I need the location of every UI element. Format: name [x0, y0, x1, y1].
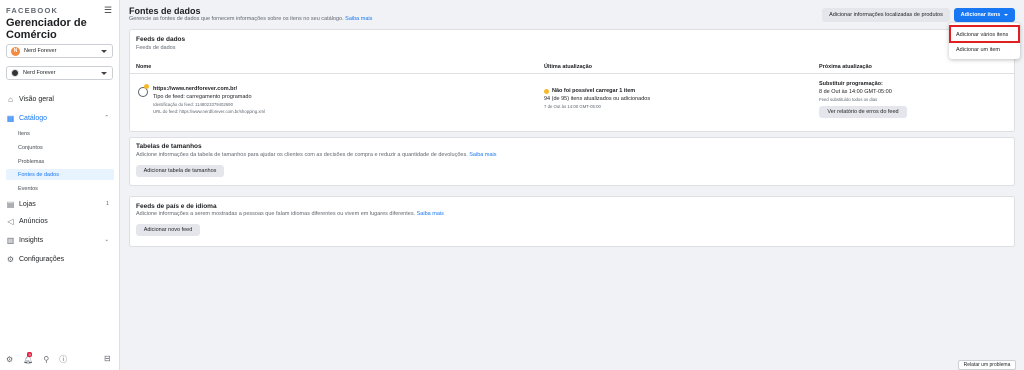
search-icon[interactable]: ⚲ — [43, 355, 49, 364]
nav-insights[interactable]: ▥ Insights ⌄ — [6, 234, 114, 246]
feed-url-title[interactable]: https://www.nerdforever.com.br/ — [153, 86, 237, 92]
menu-item-add-multiple[interactable]: Adicionar vários itens — [949, 28, 1020, 42]
next-update-frequency: Feed substituído todos os dias — [819, 97, 878, 102]
view-error-report-button[interactable]: Ver relatório de erros do feed — [819, 106, 907, 118]
nav-overview-label: Visão geral — [19, 95, 54, 103]
column-name: Nome — [136, 64, 152, 70]
learn-more-link[interactable]: Saiba mais — [417, 211, 444, 217]
feed-last-date: 7 de Out às 14:00 GMT-05:00 — [544, 104, 601, 109]
bar-chart-icon: ▥ — [6, 235, 15, 245]
nav-catalog-label: Catálogo — [19, 114, 48, 122]
feed-source-url: URL do feed: https://www.nerdforever.com… — [153, 109, 266, 114]
feed-status: Não foi possível carregar 1 item — [552, 88, 636, 94]
size-tables-title: Tabelas de tamanhos — [136, 143, 202, 150]
sub-item-itens[interactable]: Itens — [6, 128, 114, 139]
feed-type: Tipo de feed: carregamento programado — [153, 94, 252, 100]
size-tables-subtitle-text: Adicione informações da tabela de tamanh… — [136, 152, 468, 158]
help-icon[interactable]: ⓘ — [59, 354, 67, 365]
page-subtitle-text: Gerencie as fontes de dados que fornecem… — [129, 16, 344, 22]
chevron-down-icon — [101, 72, 107, 75]
report-problem-button[interactable]: Relatar um problema — [958, 360, 1016, 370]
add-localized-info-button[interactable]: Adicionar informações localizadas de pro… — [822, 8, 950, 22]
sub-item-conjuntos[interactable]: Conjuntos — [6, 142, 114, 153]
shop-selector[interactable]: N Nerd Forever — [6, 44, 113, 58]
sub-item-eventos[interactable]: Eventos — [6, 183, 114, 194]
menu-icon[interactable]: ☰ — [104, 5, 112, 16]
warning-icon — [144, 84, 149, 89]
chevron-down-icon: ⌄ — [104, 237, 109, 243]
feeds-card-title: Feeds de dados — [136, 36, 186, 43]
megaphone-icon: ◁ — [7, 216, 14, 226]
country-language-title: Feeds de país e de idioma — [136, 203, 217, 210]
next-update-label: Substituir programação: — [819, 81, 883, 87]
shop-avatar: N — [11, 46, 20, 56]
chevron-down-icon — [1004, 14, 1009, 16]
add-new-feed-button[interactable]: Adicionar novo feed — [136, 224, 200, 236]
page-subtitle: Gerencie as fontes de dados que fornecem… — [129, 16, 372, 22]
gear-icon: ⚙ — [6, 254, 15, 264]
sub-item-problemas[interactable]: Problemas — [6, 156, 114, 167]
column-next-update: Próxima atualização — [819, 64, 872, 70]
nav-insights-label: Insights — [19, 236, 44, 244]
next-update-date: 8 de Out às 14:00 GMT-05:00 — [819, 89, 892, 95]
facebook-brand: FACEBOOK — [6, 6, 59, 15]
country-language-card: Feeds de país e de idioma Adicione infor… — [129, 196, 1015, 247]
feeds-card-subtitle: Feeds de dados — [136, 45, 176, 51]
learn-more-link[interactable]: Saiba mais — [469, 152, 496, 158]
size-tables-subtitle: Adicione informações da tabela de tamanh… — [136, 152, 496, 158]
feed-status-detail: 94 (de 95) itens atualizados ou adiciona… — [544, 96, 651, 102]
country-language-subtitle: Adicione informações a serem mostradas a… — [136, 211, 444, 217]
grid-icon: ▦ — [6, 113, 15, 123]
add-items-button[interactable]: Adicionar itens — [954, 8, 1015, 22]
nav-shops-label: Lojas — [19, 200, 36, 208]
add-size-table-button[interactable]: Adicionar tabela de tamanhos — [136, 165, 224, 177]
page-selector[interactable]: Nerd Forever — [6, 66, 113, 80]
chevron-down-icon — [101, 50, 107, 53]
page-title: Fontes de dados — [129, 6, 201, 16]
add-items-dropdown: Adicionar vários itens Adicionar um item — [949, 23, 1020, 59]
gear-icon[interactable]: ⚙ — [6, 355, 13, 364]
shops-count: 1 — [105, 201, 109, 207]
nav-settings[interactable]: ⚙ Configurações — [6, 253, 114, 265]
warning-dot-icon — [544, 89, 549, 94]
shop-name: Nerd Forever — [24, 48, 57, 54]
divider — [130, 73, 1014, 74]
nav-ads-label: Anúncios — [19, 217, 48, 225]
nav-shops[interactable]: ▤ Lojas 1 — [6, 198, 114, 210]
page-name: Nerd Forever — [23, 70, 56, 76]
nav-catalog[interactable]: ▦ Catálogo ⌃ — [6, 112, 114, 124]
country-language-subtitle-text: Adicione informações a serem mostradas a… — [136, 211, 416, 217]
collapse-sidebar-icon[interactable]: ⊟ — [104, 354, 111, 363]
nav-ads[interactable]: ◁ Anúncios — [6, 215, 114, 227]
notification-badge: 9 — [27, 352, 33, 357]
page-avatar — [11, 69, 19, 77]
shop-icon: ▤ — [6, 199, 15, 209]
column-last-update: Última atualização — [544, 64, 592, 70]
learn-more-link[interactable]: Saiba mais — [345, 16, 372, 22]
sidebar: FACEBOOK ☰ Gerenciador de Comércio N Ner… — [0, 0, 120, 370]
menu-item-add-one[interactable]: Adicionar um item — [949, 43, 1020, 57]
sub-item-fontes-de-dados[interactable]: Fontes de dados — [6, 169, 114, 180]
add-items-label: Adicionar itens — [960, 12, 1001, 18]
bottom-toolbar: ⚙ 🔔︎ ⚲ ⓘ — [6, 354, 67, 365]
nav-settings-label: Configurações — [19, 255, 65, 263]
feed-id: Identificação do feed: 1148023379402690 — [153, 102, 233, 107]
app-title: Gerenciador de Comércio — [6, 17, 87, 41]
home-icon: ⌂ — [8, 94, 13, 104]
feeds-card: Feeds de dados Feeds de dados Nome Últim… — [129, 29, 1015, 132]
size-tables-card: Tabelas de tamanhos Adicione informações… — [129, 137, 1015, 186]
chevron-up-icon: ⌃ — [104, 115, 109, 121]
nav-overview[interactable]: ⌂ Visão geral — [6, 93, 114, 105]
